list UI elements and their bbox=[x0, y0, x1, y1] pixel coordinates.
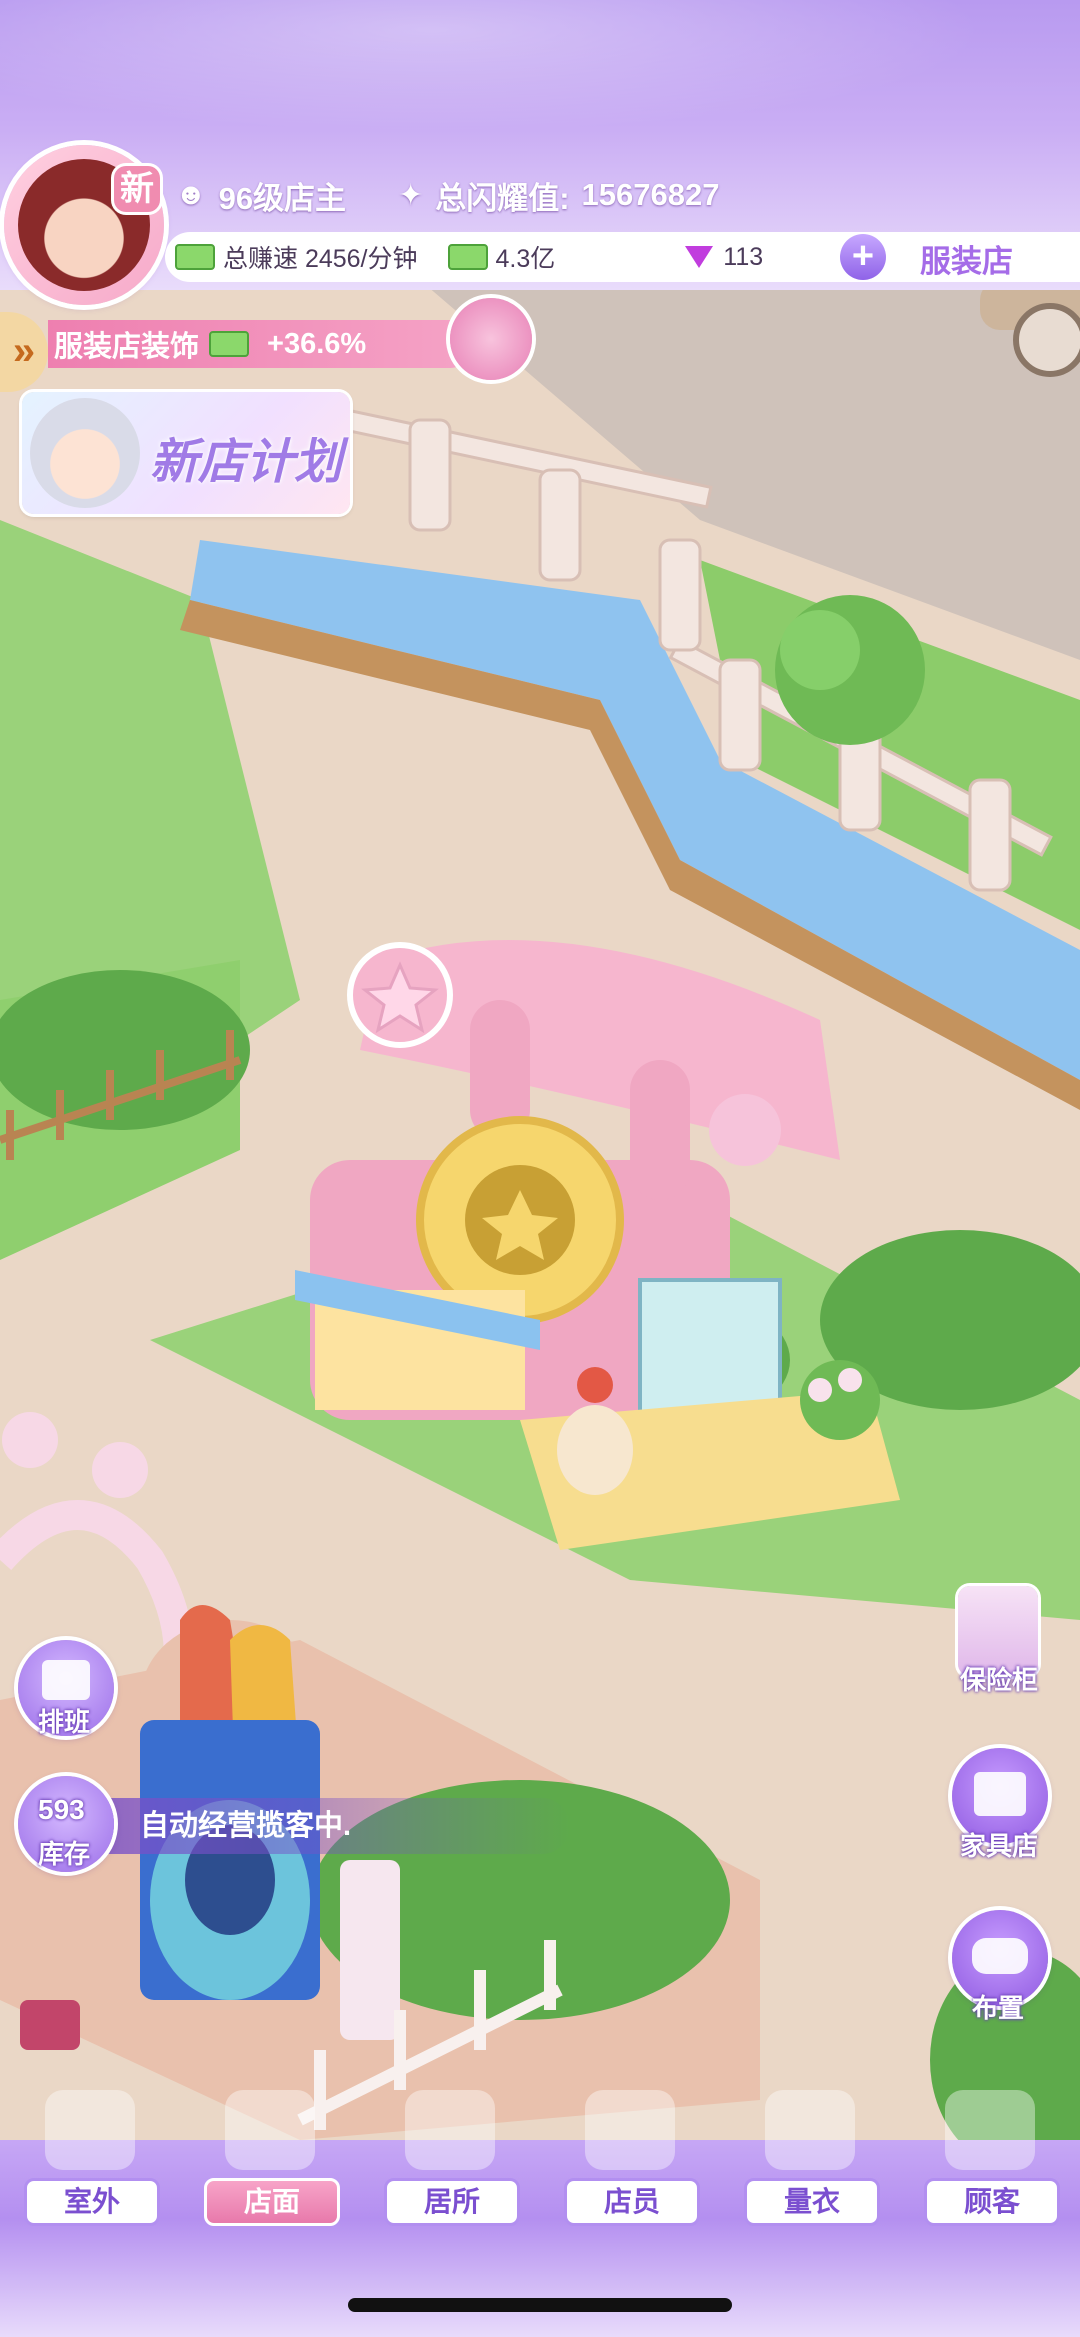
nav-residence[interactable]: 居所 bbox=[370, 2090, 530, 2226]
stock-label: 库存 bbox=[38, 1839, 91, 1869]
nav-measure-label: 量衣 bbox=[744, 2178, 880, 2226]
cash-icon bbox=[209, 331, 250, 357]
camera-prop bbox=[20, 2000, 80, 2050]
arrange-label[interactable]: 布置 bbox=[972, 1988, 1024, 2025]
nav-outdoor[interactable]: 室外 bbox=[10, 2090, 170, 2226]
status-text: 自动经营揽客中. bbox=[80, 1798, 570, 1854]
buff-label: 服装店装饰 bbox=[54, 331, 200, 363]
cash-amount[interactable]: 4.3亿 bbox=[447, 239, 556, 275]
gem-icon bbox=[685, 246, 714, 268]
player-info-row: ☻ 96级店主 ✦ 总闪耀值: 15676827 bbox=[175, 170, 719, 220]
new-badge: 新 bbox=[114, 166, 160, 212]
earn-speed[interactable]: 总赚速 2456/分钟 bbox=[175, 239, 418, 275]
safe-label[interactable]: 保险柜 bbox=[960, 1660, 1038, 1697]
earn-speed-text: 总赚速 2456/分钟 bbox=[223, 245, 418, 273]
gem-amount[interactable]: 113 bbox=[685, 243, 763, 272]
cash-icon bbox=[175, 244, 215, 270]
shine-label: 总闪耀值: bbox=[435, 180, 570, 216]
new-shop-plan-button[interactable]: 新店计划 bbox=[22, 392, 350, 514]
shop-name[interactable]: 服装店 bbox=[920, 236, 1013, 281]
furniture-store-label[interactable]: 家具店 bbox=[960, 1826, 1038, 1863]
buff-value: +36.6% bbox=[267, 327, 367, 360]
chibi-girl-portrait bbox=[30, 398, 140, 508]
schedule-label: 排班 bbox=[38, 1707, 91, 1737]
sofa-icon[interactable] bbox=[450, 298, 532, 380]
decoration-buff-bar[interactable]: 服装店装饰 +36.6% bbox=[48, 320, 474, 368]
cash-text: 4.3亿 bbox=[495, 245, 556, 273]
shopping-bag-icon bbox=[945, 2090, 1035, 2170]
calendar-icon bbox=[42, 1660, 90, 1700]
stock-count: 593 bbox=[38, 1794, 85, 1825]
sparkle-icon: ✦ bbox=[398, 178, 424, 212]
cash-icon bbox=[447, 244, 488, 270]
shopkeeper bbox=[557, 1405, 633, 1495]
nav-customers[interactable]: 顾客 bbox=[910, 2090, 1070, 2226]
sign-board bbox=[340, 1860, 400, 2040]
nav-outdoor-label: 室外 bbox=[24, 2178, 160, 2226]
nav-residence-label: 居所 bbox=[384, 2178, 520, 2226]
gem-text: 113 bbox=[723, 242, 764, 271]
shop-level: 96级店主 bbox=[218, 180, 347, 216]
storefront-icon bbox=[225, 2090, 315, 2170]
sofa-icon bbox=[972, 1938, 1028, 1974]
schedule-button[interactable]: 排班 bbox=[18, 1640, 114, 1737]
home-indicator[interactable] bbox=[348, 2298, 732, 2312]
stock-button[interactable]: 593 库存 bbox=[18, 1776, 114, 1872]
nav-measure[interactable]: 量衣 bbox=[730, 2090, 890, 2226]
nav-staff[interactable]: 店员 bbox=[550, 2090, 710, 2226]
house-icon bbox=[405, 2090, 495, 2170]
nav-staff-label: 店员 bbox=[564, 2178, 700, 2226]
add-gems-button[interactable]: + bbox=[840, 234, 886, 280]
new-shop-plan-label: 新店计划 bbox=[150, 434, 343, 490]
nav-customers-label: 顾客 bbox=[924, 2178, 1060, 2226]
measuring-tape-icon bbox=[765, 2090, 855, 2170]
hedge-left bbox=[0, 970, 250, 1130]
person-icon: ☻ bbox=[175, 178, 207, 211]
palm-tree-icon bbox=[45, 2090, 135, 2170]
staff-portrait-icon bbox=[585, 2090, 675, 2170]
nav-storefront-label: 店面 bbox=[204, 2178, 340, 2226]
nav-storefront[interactable]: 店面 bbox=[190, 2090, 350, 2226]
store-icon bbox=[974, 1772, 1026, 1816]
shine-value: 15676827 bbox=[581, 177, 720, 212]
